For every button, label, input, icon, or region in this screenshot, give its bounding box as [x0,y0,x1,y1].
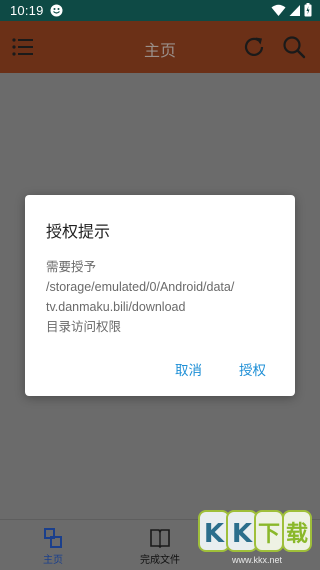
dialog-title: 授权提示 [46,222,111,241]
svg-text:K: K [232,519,253,549]
nav-label-home: 主页 [43,555,63,566]
nav-item-home[interactable]: 主页 [13,520,93,570]
cancel-button[interactable]: 取消 [175,359,202,379]
page-title: 主页 [143,41,176,60]
book-icon [149,527,171,549]
home-tab-icon [42,527,64,549]
nav-label-completed-files: 完成文件 [140,555,180,566]
nav-item-completed-files[interactable]: 完成文件 [120,520,200,570]
svg-text:下: 下 [258,522,280,547]
cellular-signal-icon [289,4,301,22]
search-icon[interactable] [281,34,307,60]
svg-text:www.kkx.net: www.kkx.net [231,555,283,565]
battery-icon [304,3,312,22]
app-toolbar: 主页 [0,21,320,73]
dialog-message-line: 目录访问权限 [46,320,122,334]
svg-text:K: K [204,519,225,549]
refresh-icon[interactable] [241,34,267,60]
dialog-message-line: /storage/emulated/0/Android/data/ [46,280,235,294]
kkx-watermark-logo: K K 下 载 www.kkx.net [197,507,315,565]
status-bar: 10:19 [0,0,320,21]
dialog-message: 需要授予 /storage/emulated/0/Android/data/ t… [46,257,291,337]
notification-smiley-icon [50,4,63,17]
dialog-message-line: tv.danmaku.bili/download [46,300,186,314]
svg-text:载: 载 [286,521,308,547]
wifi-icon [271,4,286,22]
authorize-button[interactable]: 授权 [239,359,266,379]
authorization-dialog: 授权提示 需要授予 /storage/emulated/0/Android/da… [25,195,295,396]
status-time: 10:19 [10,3,44,18]
dialog-message-line: 需要授予 [46,260,97,274]
